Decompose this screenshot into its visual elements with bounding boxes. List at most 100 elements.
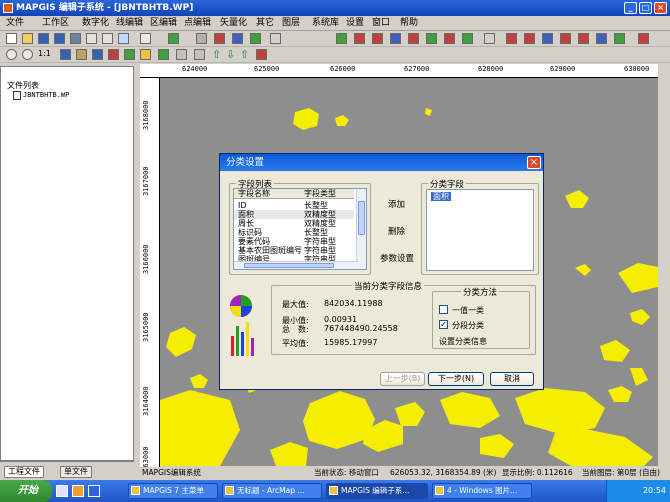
rotate-icon[interactable] [390,33,401,44]
layer-off-icon[interactable] [256,49,267,60]
set-class-info-button[interactable]: 设置分类信息 [439,336,487,347]
start-button[interactable]: 开始 [0,480,52,502]
field-row[interactable]: 周长 双精度型 [234,219,354,228]
field-row[interactable]: 标识码 长整型 [234,228,354,237]
menu-point-edit[interactable]: 点编辑 [184,17,211,30]
delete-button[interactable]: 删除 [388,225,405,237]
menu-digitize[interactable]: 数字化 [82,17,109,30]
delete-icon[interactable] [354,33,365,44]
zoom-in-icon[interactable] [6,49,17,60]
region-icon[interactable] [158,49,169,60]
menu-settings[interactable]: 设置 [346,17,364,30]
tab-project-file[interactable]: 工程文件 [4,466,44,478]
quicklaunch-icon[interactable] [88,485,100,497]
stop-icon[interactable] [108,49,119,60]
link-icon[interactable] [462,33,473,44]
menu-vectorize[interactable]: 矢量化 [220,17,247,30]
line-join-icon[interactable] [542,33,553,44]
segment-checkbox[interactable]: ✓ [439,320,448,329]
minimize-button[interactable]: _ [624,2,637,14]
attr-icon[interactable] [270,33,281,44]
map-icon[interactable] [194,49,205,60]
file-item[interactable]: JBNTBHTB.WP [23,91,69,99]
class-field-list[interactable]: 面积 [426,189,534,271]
move-icon[interactable] [336,33,347,44]
refresh-icon[interactable] [92,49,103,60]
prev-button[interactable]: 上一步(B) [380,372,425,386]
line-tool-icon[interactable] [232,33,243,44]
next-button[interactable]: 下一步(N) [428,372,484,386]
save-all-icon[interactable] [54,33,65,44]
cancel-button[interactable]: 取消 [490,372,534,386]
param-settings-button[interactable]: 参数设置 [380,252,414,264]
maximize-button[interactable]: □ [639,2,652,14]
zoom-out-icon[interactable] [22,49,33,60]
arrow-top-icon[interactable]: ⇧ [240,48,249,61]
field-row[interactable]: 面积 双精度型 [234,210,354,219]
line-attr-icon[interactable] [638,33,649,44]
arrow-down-icon[interactable]: ⇩ [226,48,235,61]
copy-point-icon[interactable] [372,33,383,44]
save-icon[interactable] [38,33,49,44]
menu-window[interactable]: 窗口 [372,17,390,30]
window-icon[interactable] [124,49,135,60]
cut-icon[interactable] [140,33,151,44]
menu-line-edit[interactable]: 线编辑 [116,17,143,30]
print-icon[interactable] [70,33,81,44]
fit-icon[interactable] [60,49,71,60]
task-mapgis-menu[interactable]: MAPGIS 7 主菜单 [128,483,218,499]
task-arcmap[interactable]: 无标题 - ArcMap ... [222,483,322,499]
mirror-icon[interactable] [408,33,419,44]
menu-file[interactable]: 文件 [6,17,24,30]
undo-icon[interactable] [102,33,113,44]
tab-single-file[interactable]: 单文件 [60,466,92,478]
line-clip-icon[interactable] [578,33,589,44]
field-row[interactable]: ID 长整型 [234,201,354,210]
menu-syslib[interactable]: 系统库 [312,17,339,30]
menu-area-edit[interactable]: 区编辑 [150,17,177,30]
dialog-close-button[interactable]: × [527,156,541,169]
arrow-up-icon[interactable]: ⇧ [212,48,221,61]
line-cut-icon[interactable] [524,33,535,44]
line-delete-icon[interactable] [506,33,517,44]
field-row[interactable]: 要素代码 字符串型 [234,237,354,246]
col-field-type[interactable]: 字段类型 [304,189,336,199]
menu-workspace[interactable]: 工作区 [42,17,69,30]
class-field-item[interactable]: 面积 [431,192,451,201]
point-tool-icon[interactable] [214,33,225,44]
task-mapgis-editor[interactable]: MAPGIS 编辑子系... [326,483,428,499]
task-windows-photo[interactable]: 4 - Windows 图片... [432,483,532,499]
line-param-icon[interactable] [614,33,625,44]
one-value-label[interactable]: 一值一类 [452,305,484,316]
layer-icon[interactable] [168,33,179,44]
col-field-name[interactable]: 字段名称 [238,189,270,199]
line-smooth-icon[interactable] [596,33,607,44]
one-value-checkbox[interactable] [439,305,448,314]
copy-icon[interactable] [86,33,97,44]
area-tool-icon[interactable] [250,33,261,44]
menu-other[interactable]: 其它 [256,17,274,30]
param-icon[interactable] [426,33,437,44]
field-list-vscroll[interactable] [356,189,366,269]
add-button[interactable]: 添加 [388,198,405,210]
line-extend-icon[interactable] [560,33,571,44]
grid-icon[interactable] [176,49,187,60]
field-row[interactable]: 基本农田图斑编号 字符串型 [234,246,354,255]
pen-icon[interactable] [484,33,495,44]
open-icon[interactable] [22,33,33,44]
color-icon[interactable] [140,49,151,60]
close-button[interactable]: × [654,2,667,14]
menu-help[interactable]: 帮助 [400,17,418,30]
select-icon[interactable] [196,33,207,44]
edit-icon[interactable] [444,33,455,44]
segment-label[interactable]: 分段分类 [452,320,484,331]
map-vertical-scrollbar[interactable] [658,64,670,466]
quicklaunch-icon[interactable] [72,485,84,497]
new-icon[interactable] [6,33,17,44]
quicklaunch-icon[interactable] [56,485,68,497]
field-list-hscroll[interactable] [234,261,358,269]
menu-layer[interactable]: 图层 [282,17,300,30]
pan-icon[interactable] [76,49,87,60]
field-list[interactable]: 字段名称 字段类型 ID 长整型 面积 双精度型 周长 双精度型 标识码 长整型 要素代… [233,188,367,270]
zoom-ratio[interactable]: 1:1 [38,49,51,58]
